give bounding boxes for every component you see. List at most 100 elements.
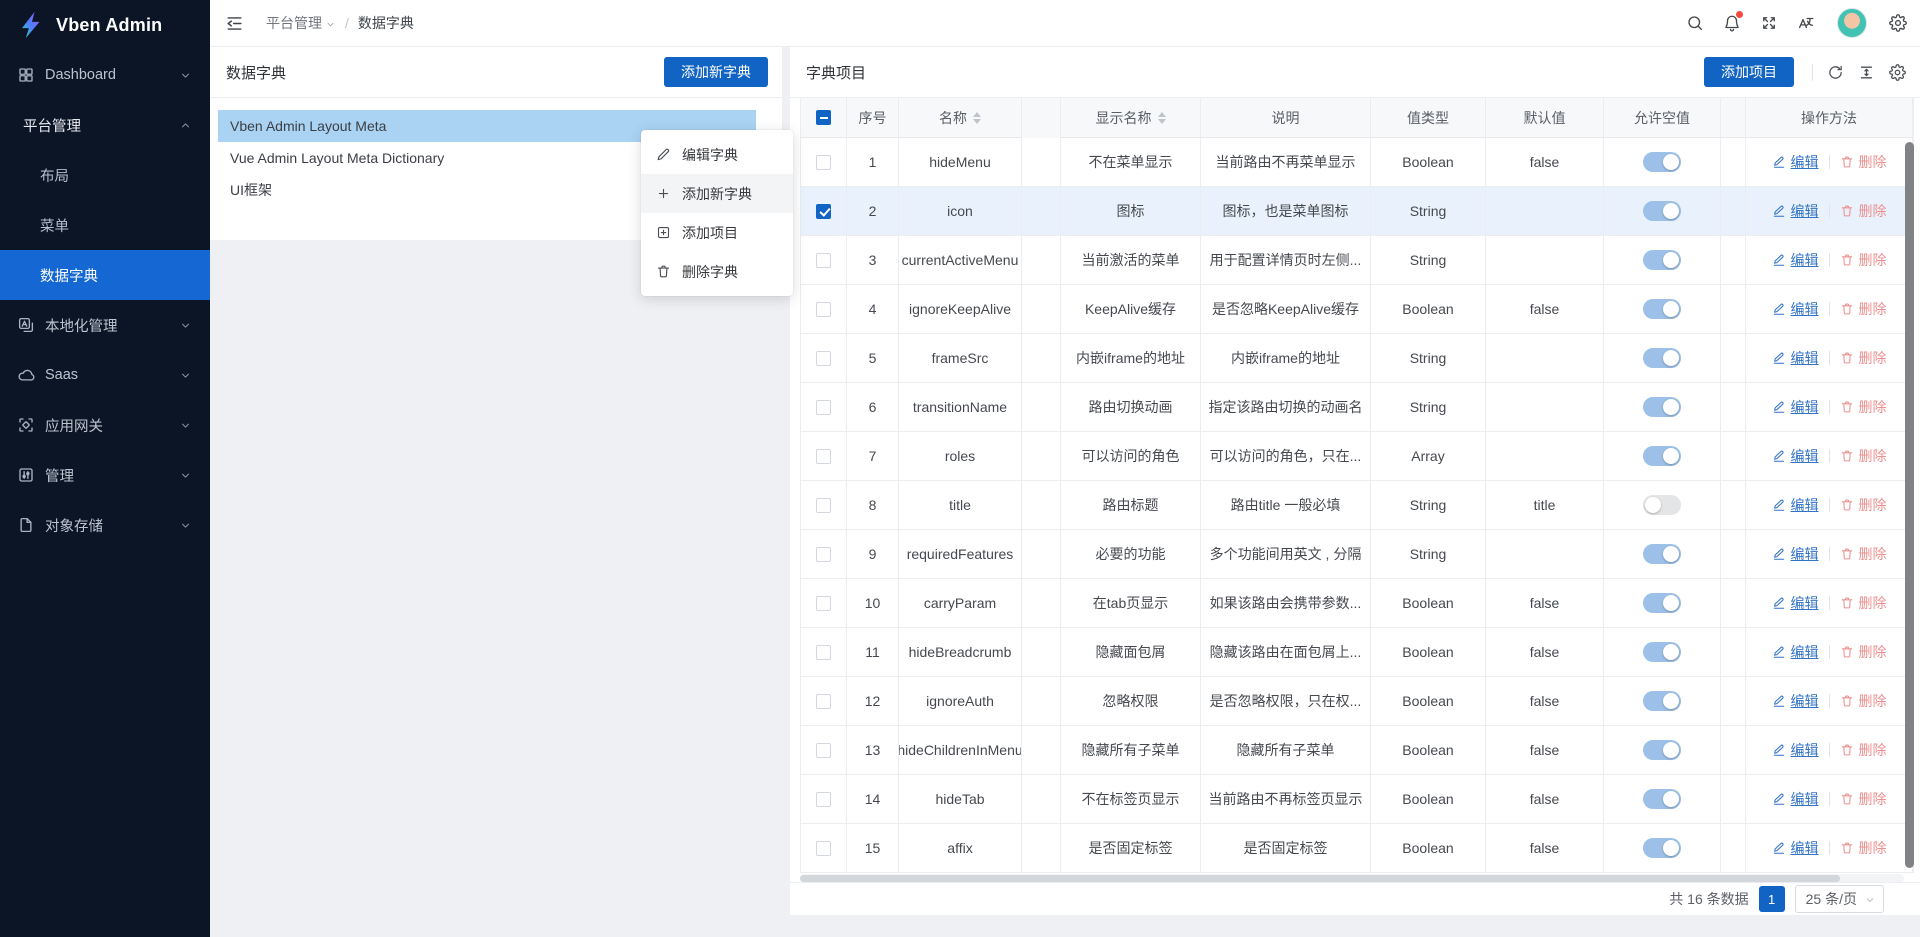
- sidebar-item-menu[interactable]: 菜单: [0, 200, 210, 250]
- translate-icon[interactable]: [1797, 14, 1815, 32]
- context-menu-item[interactable]: 添加项目: [641, 213, 793, 252]
- column-header-name[interactable]: 名称: [899, 98, 1022, 138]
- edit-link[interactable]: 编辑: [1772, 446, 1819, 466]
- page-size-select[interactable]: 25 条/页: [1795, 885, 1884, 913]
- nullable-toggle[interactable]: [1643, 495, 1681, 515]
- column-settings-icon[interactable]: [1889, 64, 1906, 81]
- sidebar-item-layout[interactable]: 布局: [0, 150, 210, 200]
- nullable-toggle[interactable]: [1643, 642, 1681, 662]
- edit-link[interactable]: 编辑: [1772, 740, 1819, 760]
- sort-icon[interactable]: [1158, 112, 1166, 124]
- delete-link[interactable]: 删除: [1840, 201, 1887, 221]
- nullable-toggle[interactable]: [1643, 250, 1681, 270]
- row-checkbox[interactable]: [816, 351, 831, 366]
- row-checkbox[interactable]: [816, 449, 831, 464]
- context-menu-item[interactable]: 编辑字典: [641, 135, 793, 174]
- nullable-toggle[interactable]: [1643, 593, 1681, 613]
- settings-gear-icon[interactable]: [1889, 14, 1907, 32]
- search-icon[interactable]: [1686, 14, 1704, 32]
- refresh-icon[interactable]: [1827, 64, 1844, 81]
- row-checkbox[interactable]: [816, 302, 831, 317]
- sidebar-item-gateway[interactable]: 应用网关: [0, 400, 210, 450]
- delete-link[interactable]: 删除: [1840, 250, 1887, 270]
- sort-icon[interactable]: [973, 112, 981, 124]
- sidebar-item-dashboard[interactable]: Dashboard: [0, 50, 210, 100]
- cell-default-value: [1486, 383, 1604, 432]
- row-checkbox[interactable]: [816, 596, 831, 611]
- notifications-button[interactable]: [1723, 14, 1741, 32]
- nullable-toggle[interactable]: [1643, 446, 1681, 466]
- nullable-toggle[interactable]: [1643, 397, 1681, 417]
- delete-link[interactable]: 删除: [1840, 299, 1887, 319]
- edit-link[interactable]: 编辑: [1772, 201, 1819, 221]
- nullable-toggle[interactable]: [1643, 201, 1681, 221]
- edit-link[interactable]: 编辑: [1772, 691, 1819, 711]
- delete-link[interactable]: 删除: [1840, 495, 1887, 515]
- sidebar-item-data-dictionary[interactable]: 数据字典: [0, 250, 210, 300]
- edit-link[interactable]: 编辑: [1772, 495, 1819, 515]
- delete-link[interactable]: 删除: [1840, 152, 1887, 172]
- delete-link[interactable]: 删除: [1840, 740, 1887, 760]
- row-checkbox[interactable]: [816, 743, 831, 758]
- add-item-button[interactable]: 添加项目: [1704, 57, 1794, 87]
- delete-link[interactable]: 删除: [1840, 838, 1887, 858]
- row-checkbox[interactable]: [816, 792, 831, 807]
- nullable-toggle[interactable]: [1643, 299, 1681, 319]
- edit-link[interactable]: 编辑: [1772, 642, 1819, 662]
- column-header-display[interactable]: 显示名称: [1061, 98, 1201, 138]
- row-checkbox[interactable]: [816, 841, 831, 856]
- row-checkbox[interactable]: [816, 253, 831, 268]
- edit-link[interactable]: 编辑: [1772, 348, 1819, 368]
- nullable-toggle[interactable]: [1643, 544, 1681, 564]
- context-menu-item[interactable]: 删除字典: [641, 252, 793, 291]
- row-checkbox[interactable]: [816, 400, 831, 415]
- sidebar-item-admin[interactable]: 管理: [0, 450, 210, 500]
- row-checkbox[interactable]: [816, 204, 831, 219]
- row-checkbox[interactable]: [816, 694, 831, 709]
- delete-link[interactable]: 删除: [1840, 544, 1887, 564]
- horizontal-scrollbar-thumb[interactable]: [800, 875, 1840, 882]
- edit-label: 编辑: [1791, 495, 1819, 515]
- edit-link[interactable]: 编辑: [1772, 544, 1819, 564]
- delete-link[interactable]: 删除: [1840, 446, 1887, 466]
- nullable-toggle[interactable]: [1643, 152, 1681, 172]
- user-avatar[interactable]: [1837, 8, 1867, 38]
- fullscreen-icon[interactable]: [1760, 14, 1778, 32]
- delete-link[interactable]: 删除: [1840, 593, 1887, 613]
- edit-link[interactable]: 编辑: [1772, 789, 1819, 809]
- edit-pencil-icon: [1772, 547, 1786, 561]
- nullable-toggle[interactable]: [1643, 838, 1681, 858]
- delete-link[interactable]: 删除: [1840, 397, 1887, 417]
- context-menu-item[interactable]: 添加新字典: [641, 174, 793, 213]
- page-1-button[interactable]: 1: [1759, 886, 1785, 912]
- nullable-toggle[interactable]: [1643, 691, 1681, 711]
- vertical-scrollbar[interactable]: [1905, 142, 1914, 868]
- delete-link[interactable]: 删除: [1840, 789, 1887, 809]
- edit-link[interactable]: 编辑: [1772, 299, 1819, 319]
- delete-link[interactable]: 删除: [1840, 348, 1887, 368]
- add-dictionary-button[interactable]: 添加新字典: [664, 57, 768, 87]
- edit-link[interactable]: 编辑: [1772, 593, 1819, 613]
- row-checkbox[interactable]: [816, 498, 831, 513]
- nullable-toggle[interactable]: [1643, 740, 1681, 760]
- row-checkbox[interactable]: [816, 645, 831, 660]
- sidebar-item-saas[interactable]: Saas: [0, 350, 210, 400]
- row-checkbox[interactable]: [816, 547, 831, 562]
- row-checkbox[interactable]: [816, 155, 831, 170]
- app-logo[interactable]: Vben Admin: [0, 0, 210, 50]
- select-all-checkbox[interactable]: [816, 110, 831, 125]
- breadcrumb-parent[interactable]: 平台管理: [266, 13, 336, 33]
- sidebar-item-locale[interactable]: 本地化管理: [0, 300, 210, 350]
- edit-link[interactable]: 编辑: [1772, 250, 1819, 270]
- sidebar-item-platform[interactable]: 平台管理: [0, 100, 210, 150]
- edit-link[interactable]: 编辑: [1772, 397, 1819, 417]
- edit-link[interactable]: 编辑: [1772, 838, 1819, 858]
- delete-link[interactable]: 删除: [1840, 691, 1887, 711]
- sidebar-item-object-storage[interactable]: 对象存储: [0, 500, 210, 550]
- row-height-icon[interactable]: [1858, 64, 1875, 81]
- nullable-toggle[interactable]: [1643, 348, 1681, 368]
- edit-link[interactable]: 编辑: [1772, 152, 1819, 172]
- nullable-toggle[interactable]: [1643, 789, 1681, 809]
- menu-fold-icon[interactable]: [225, 14, 244, 33]
- delete-link[interactable]: 删除: [1840, 642, 1887, 662]
